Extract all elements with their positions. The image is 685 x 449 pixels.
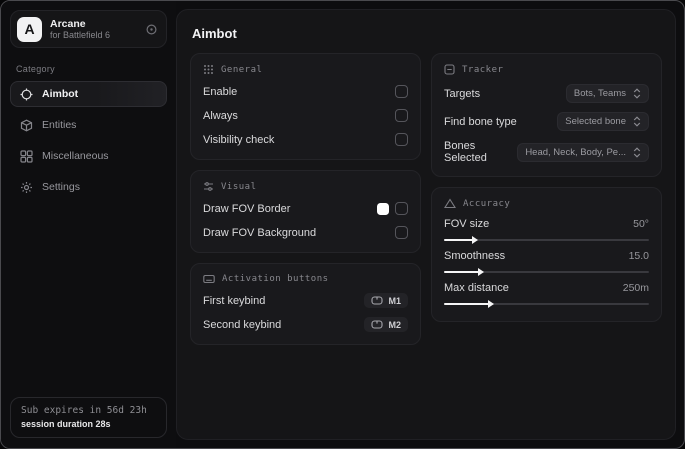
slider-value: 250m: [622, 282, 649, 294]
slider-group: FOV size 50°: [444, 218, 649, 244]
setting-row: Visibility check: [203, 132, 408, 147]
mouse-icon: [371, 320, 384, 329]
minus-square-icon: [444, 64, 455, 75]
page-title: Aimbot: [192, 26, 237, 41]
card-accuracy: Accuracy FOV size 50° Smoothness 15.0 Ma…: [431, 187, 662, 322]
slider-value: 15.0: [628, 250, 649, 262]
sidebar-item-label: Miscellaneous: [42, 150, 109, 162]
visibility-check-checkbox[interactable]: [395, 133, 408, 146]
card-activation-buttons: Activation buttons First keybind M1 Seco…: [190, 263, 421, 345]
layout-grid-icon: [20, 149, 33, 163]
sidebar-item-label: Aimbot: [42, 88, 79, 100]
second-keybind-button[interactable]: M2: [364, 317, 408, 332]
sidebar-item-label: Entities: [42, 119, 77, 131]
draw-fov-background-checkbox[interactable]: [395, 226, 408, 239]
setting-row: Targets Bots, Teams: [444, 84, 649, 103]
find-bone-type-dropdown[interactable]: Selected bone: [557, 112, 649, 131]
grip-dots-icon: [203, 64, 214, 75]
card-title: Visual: [221, 181, 257, 192]
setting-row: Draw FOV Border: [203, 201, 408, 216]
keybind-value: M1: [388, 295, 401, 306]
fov-size-slider[interactable]: [444, 236, 649, 244]
entities-icon: [20, 119, 33, 132]
slider-fill: [444, 236, 478, 244]
app-window: A Arcane for Battlefield 6 Category Aimb…: [0, 0, 685, 449]
crosshair-icon: [20, 88, 33, 101]
setting-row: Second keybind M2: [203, 317, 408, 332]
right-column: Tracker Targets Bots, Teams Find bone ty…: [431, 53, 662, 322]
sidebar-item-settings[interactable]: Settings: [10, 174, 167, 200]
slider-fill: [444, 268, 484, 276]
dropdown-value: Selected bone: [565, 116, 626, 127]
main-panel: Aimbot General Enable Always Visibility …: [176, 9, 676, 440]
card-general: General Enable Always Visibility check: [190, 53, 421, 160]
sidebar-nav: Aimbot Entities Miscellaneous Settings: [10, 81, 167, 205]
sidebar-item-aimbot[interactable]: Aimbot: [10, 81, 167, 107]
card-title: Accuracy: [463, 198, 511, 209]
category-label: Category: [16, 64, 55, 74]
always-checkbox[interactable]: [395, 109, 408, 122]
card-title: Activation buttons: [222, 274, 329, 284]
enable-checkbox[interactable]: [395, 85, 408, 98]
dropdown-value: Head, Neck, Body, Pe...: [525, 146, 626, 158]
sub-expiry-text: Sub expires in 56d 23h: [21, 405, 147, 416]
sidebar-item-label: Settings: [42, 181, 80, 193]
targets-dropdown[interactable]: Bots, Teams: [565, 84, 649, 103]
dropdown-value: Bots, Teams: [573, 88, 626, 99]
app-subtitle: for Battlefield 6: [50, 29, 111, 40]
max-distance-slider[interactable]: [444, 300, 649, 308]
slider-value: 50°: [633, 218, 649, 230]
app-logo: A: [17, 16, 42, 42]
chevrons-up-down-icon: [633, 146, 641, 158]
bones-selected-dropdown[interactable]: Head, Neck, Body, Pe...: [517, 142, 649, 162]
app-name: Arcane: [50, 17, 86, 30]
smoothness-slider[interactable]: [444, 268, 649, 276]
session-duration-text: session duration 28s: [21, 419, 111, 429]
setting-row: Always: [203, 108, 408, 123]
setting-row: Find bone type Selected bone: [444, 112, 649, 131]
card-title: General: [221, 64, 263, 75]
setting-row: Draw FOV Background: [203, 225, 408, 240]
left-column: General Enable Always Visibility check V…: [190, 53, 421, 345]
refresh-icon[interactable]: [145, 23, 158, 36]
triangle-icon: [444, 198, 456, 209]
sliders-icon: [203, 181, 214, 192]
setting-row: Enable: [203, 84, 408, 99]
brand-card: A Arcane for Battlefield 6: [10, 10, 167, 48]
keyboard-icon: [203, 274, 215, 284]
gear-icon: [20, 181, 33, 194]
sidebar-item-miscellaneous[interactable]: Miscellaneous: [10, 143, 167, 169]
slider-group: Smoothness 15.0: [444, 250, 649, 276]
card-tracker: Tracker Targets Bots, Teams Find bone ty…: [431, 53, 662, 177]
chevrons-up-down-icon: [633, 116, 641, 127]
card-visual: Visual Draw FOV Border Draw FOV Backgrou…: [190, 170, 421, 253]
slider-fill: [444, 300, 495, 308]
fov-border-color-swatch[interactable]: [377, 202, 389, 215]
keybind-value: M2: [388, 319, 401, 330]
mouse-icon: [371, 296, 384, 305]
slider-group: Max distance 250m: [444, 282, 649, 308]
sidebar-item-entities[interactable]: Entities: [10, 112, 167, 138]
setting-row: First keybind M1: [203, 293, 408, 308]
sidebar: A Arcane for Battlefield 6 Category Aimb…: [1, 1, 176, 448]
setting-row: Bones Selected Head, Neck, Body, Pe...: [444, 140, 649, 164]
subscription-info: Sub expires in 56d 23h session duration …: [10, 397, 167, 438]
first-keybind-button[interactable]: M1: [364, 293, 408, 308]
draw-fov-border-checkbox[interactable]: [395, 202, 408, 215]
chevrons-up-down-icon: [633, 88, 641, 99]
card-title: Tracker: [462, 64, 504, 75]
